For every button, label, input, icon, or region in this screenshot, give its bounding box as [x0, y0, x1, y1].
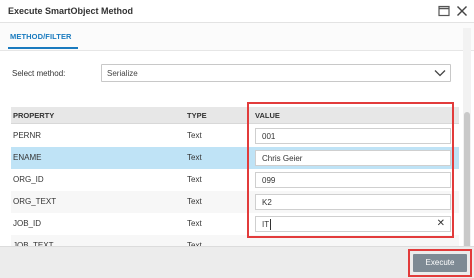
active-tab-indicator [8, 47, 78, 49]
execute-button[interactable]: Execute [413, 254, 467, 272]
column-header-property[interactable]: PROPERTY [13, 111, 54, 120]
method-dropdown-value: Serialize [107, 69, 138, 78]
column-header-value[interactable]: VALUE [255, 111, 280, 120]
value-text: 001 [262, 132, 276, 141]
execute-highlight: Execute [408, 249, 472, 277]
chevron-down-icon [434, 68, 446, 80]
property-type: Text [187, 219, 202, 228]
value-text: 099 [262, 176, 276, 185]
value-input[interactable]: 099 [255, 172, 451, 188]
window-title: Execute SmartObject Method [8, 6, 134, 16]
clear-icon[interactable]: ✕ [437, 218, 445, 229]
maximize-icon[interactable] [437, 4, 451, 18]
table-row[interactable]: ENAME Text Chris Geier [11, 147, 459, 169]
tab-bar: METHOD/FILTER [0, 23, 474, 51]
table-row[interactable]: PERNR Text 001 [11, 125, 459, 147]
value-text: IT [262, 220, 270, 229]
value-input[interactable]: K2 [255, 194, 451, 210]
select-method-label: Select method: [12, 69, 66, 78]
property-type: Text [187, 131, 202, 140]
property-name: ORG_TEXT [13, 197, 57, 206]
dialog-footer: Execute [0, 246, 474, 278]
value-input[interactable]: IT ✕ [255, 216, 451, 232]
window-titlebar: Execute SmartObject Method [0, 0, 474, 23]
value-text: K2 [262, 198, 272, 207]
value-text: Chris Geier [262, 154, 303, 163]
grid-header: PROPERTY TYPE VALUE [11, 107, 459, 124]
method-dropdown[interactable]: Serialize [101, 64, 451, 82]
property-name: PERNR [13, 131, 42, 140]
property-name: JOB_ID [13, 219, 42, 228]
close-icon[interactable] [455, 4, 469, 18]
column-header-type[interactable]: TYPE [187, 111, 207, 120]
property-name: ENAME [13, 153, 42, 162]
table-row[interactable]: ORG_ID Text 099 [11, 169, 459, 191]
text-caret [270, 219, 271, 230]
tab-method-filter[interactable]: METHOD/FILTER [10, 32, 72, 41]
table-row[interactable]: JOB_ID Text IT ✕ [11, 213, 459, 235]
value-input[interactable]: Chris Geier [255, 150, 451, 166]
property-type: Text [187, 197, 202, 206]
properties-grid: PROPERTY TYPE VALUE PERNR Text 001 ENAME… [11, 107, 459, 249]
value-input[interactable]: 001 [255, 128, 451, 144]
property-name: ORG_ID [13, 175, 44, 184]
property-type: Text [187, 153, 202, 162]
vertical-scrollbar[interactable] [463, 28, 471, 266]
property-type: Text [187, 175, 202, 184]
scrollbar-thumb[interactable] [464, 112, 470, 262]
table-row[interactable]: ORG_TEXT Text K2 [11, 191, 459, 213]
